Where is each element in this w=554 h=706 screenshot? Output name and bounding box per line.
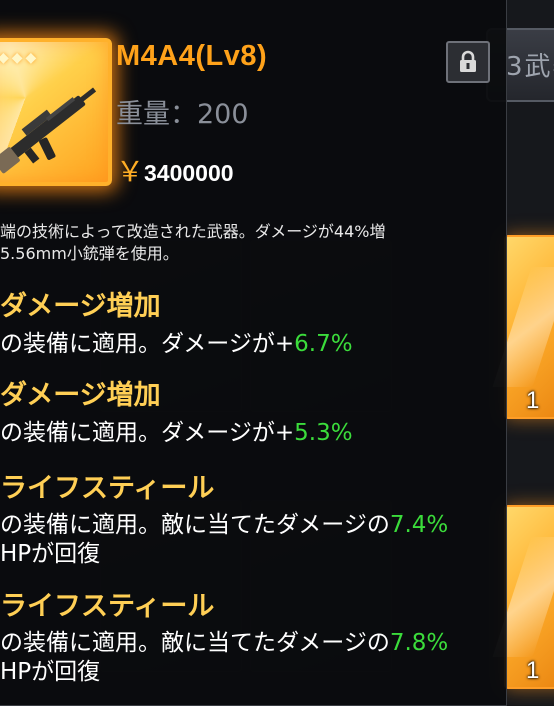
item-price: ￥3400000 bbox=[116, 150, 234, 190]
item-count: 1 bbox=[526, 387, 540, 414]
stat-text-line2: HPが回復 bbox=[0, 659, 101, 685]
weapon-tab-label: 3武器 bbox=[506, 52, 554, 82]
inventory-item-card[interactable]: 1 bbox=[492, 505, 554, 689]
stat-title: ダメージ増加 bbox=[0, 380, 161, 411]
stat-value: 6.7% bbox=[294, 331, 353, 357]
description-line: 5.56mm小銃弾を使用。 bbox=[0, 244, 179, 263]
stat-text-line2: HPが回復 bbox=[0, 541, 101, 567]
stat-text: の装備に適用。ダメージが+ bbox=[0, 420, 295, 446]
item-detail-panel: ◆◆◆ M4A4(Lv8) 重量：200 ￥3400000 端の技術によって改造… bbox=[0, 0, 507, 706]
stat-description: の装備に適用。ダメージが+6.7% bbox=[0, 330, 353, 359]
stat-description: の装備に適用。敵に当てたダメージの7.4% HPが回復 bbox=[0, 511, 448, 569]
rifle-icon bbox=[0, 87, 97, 174]
item-count: 1 bbox=[526, 657, 540, 684]
stat-text: の装備に適用。ダメージが+ bbox=[0, 331, 295, 357]
stat-title: ライフスティール bbox=[0, 591, 215, 622]
stat-value: 7.4% bbox=[389, 512, 449, 538]
inventory-item-card[interactable]: 1 bbox=[492, 235, 554, 419]
item-name: M4A4(Lv8) bbox=[116, 40, 268, 72]
stat-value: 7.8% bbox=[389, 630, 449, 656]
lock-icon bbox=[460, 50, 476, 72]
item-thumbnail: ◆◆◆ bbox=[0, 38, 112, 186]
stat-text: の装備に適用。敵に当てたダメージの bbox=[0, 630, 390, 656]
stat-description: の装備に適用。敵に当てたダメージの7.8% HPが回復 bbox=[0, 629, 448, 687]
stat-title: ダメージ増加 bbox=[0, 291, 161, 322]
item-description: 端の技術によって改造された武器。ダメージが44%増 5.56mm小銃弾を使用。 bbox=[0, 221, 385, 265]
currency-symbol: ￥ bbox=[116, 155, 145, 188]
lock-button[interactable] bbox=[446, 41, 490, 83]
description-line: 端の技術によって改造された武器。ダメージが44%増 bbox=[0, 222, 386, 241]
stat-value: 5.3% bbox=[294, 420, 353, 446]
item-weight: 重量：200 bbox=[116, 99, 249, 130]
price-value: 3400000 bbox=[144, 160, 234, 186]
stat-text: の装備に適用。敵に当てたダメージの bbox=[0, 512, 390, 538]
stat-title: ライフスティール bbox=[0, 473, 215, 504]
stat-description: の装備に適用。ダメージが+5.3% bbox=[0, 419, 353, 448]
